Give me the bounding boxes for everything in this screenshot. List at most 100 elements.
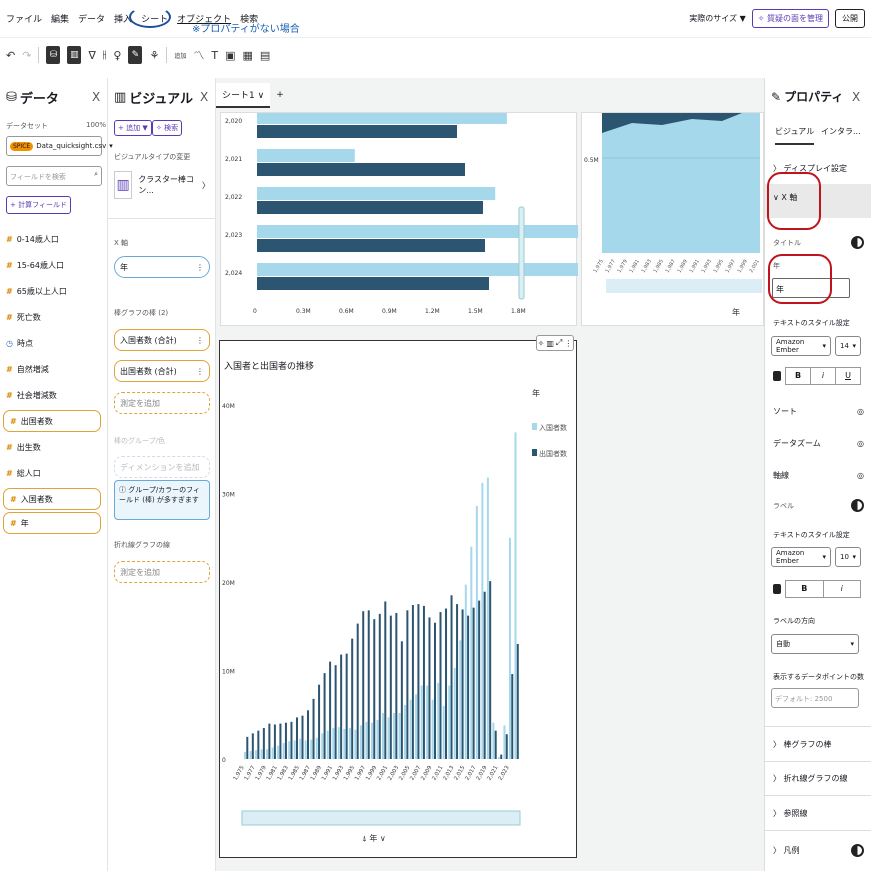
legend-toggle[interactable] <box>851 844 864 857</box>
image-icon[interactable]: ▣ <box>225 49 235 62</box>
color-swatch[interactable] <box>773 371 781 381</box>
field-item[interactable]: # 年 <box>3 512 101 534</box>
grid-icon[interactable]: ▦ <box>242 49 252 62</box>
size-select-2[interactable]: 10 ▾ <box>835 547 861 567</box>
table-icon[interactable]: ▤ <box>260 49 270 62</box>
bar-out <box>246 736 249 759</box>
xaxis-field[interactable]: 年 ⋮ <box>114 256 210 278</box>
field-item[interactable]: # 総人口 <box>0 460 108 486</box>
radio-icon[interactable]: ◎ <box>857 471 864 480</box>
field-item[interactable]: #0-14歳人口 <box>0 226 108 252</box>
underline-button[interactable]: U <box>836 368 860 384</box>
field-item[interactable]: #15-64歳人口 <box>0 252 108 278</box>
field-item[interactable]: #65歳以上人口 <box>0 278 108 304</box>
field-item[interactable]: # 死亡数 <box>0 304 108 330</box>
chart-actions[interactable]: ✧ ▥ ⤢ ⋮ <box>536 335 574 351</box>
combo-chart-icon: ▥ <box>114 171 133 199</box>
horizontal-bar-chart[interactable]: 2,020 2,021 2,022 2,023 2,024 0 0.3M 0.6M 0.9M 1.… <box>220 111 871 326</box>
number-icon: # <box>6 468 13 478</box>
field-item[interactable]: # 出国者数 <box>3 410 101 432</box>
bold-button[interactable]: B <box>786 581 824 597</box>
tab-sheet1[interactable]: シート1 ∨ <box>216 82 271 108</box>
label-toggle[interactable] <box>851 499 864 512</box>
menu-edit[interactable]: 編集 <box>51 12 69 25</box>
filter-icon[interactable]: ∇ <box>88 49 95 62</box>
more-icon[interactable]: ⋮ <box>196 263 204 272</box>
add-button[interactable]: + 追加 ▼ <box>114 120 152 136</box>
color-swatch-2[interactable] <box>773 584 781 594</box>
field-search-input[interactable]: フィールドを検索 ⌕ <box>6 166 102 186</box>
tab-visual[interactable]: ビジュアル <box>775 126 815 145</box>
format-icon[interactable]: ✎ <box>128 46 143 64</box>
bold-button[interactable]: B <box>786 368 811 384</box>
bar-field-1[interactable]: 入国者数 (合計) ⋮ <box>114 329 210 351</box>
chart-type-icon[interactable]: ▥ <box>546 339 554 348</box>
field-item[interactable]: # 社会増減数 <box>0 382 108 408</box>
field-item[interactable]: # 入国者数 <box>3 488 101 510</box>
field-item[interactable]: # 出生数 <box>0 434 108 460</box>
more-icon[interactable]: ⋮ <box>196 367 204 376</box>
axis-line-row[interactable]: 軸線 ◎ <box>765 470 871 481</box>
number-icon: # <box>6 286 13 296</box>
bar-out <box>445 608 448 759</box>
redo-icon[interactable]: ↷ <box>22 49 31 62</box>
bar-out <box>362 611 365 759</box>
area-chart[interactable]: 0.5M 1,975 1,977 1,979 1,981 1,983 1,985 1,987 1… <box>581 112 764 326</box>
size-select[interactable]: 実際のサイズ ▼ <box>689 13 745 24</box>
sort-row[interactable]: ソート ◎ <box>765 406 871 417</box>
bar-in <box>486 477 489 759</box>
sliders-icon[interactable]: ⫲ <box>103 48 107 62</box>
zoom-row[interactable]: データズーム ◎ <box>765 438 871 449</box>
text-icon[interactable]: T <box>211 49 218 62</box>
publish-button[interactable]: 公開 <box>835 9 865 28</box>
field-item[interactable]: ◷ 時点 <box>0 330 108 356</box>
line-chart-icon[interactable]: 〽 <box>193 47 204 63</box>
menu-file[interactable]: ファイル <box>6 12 42 25</box>
bar-in <box>288 741 291 759</box>
menu-data[interactable]: データ <box>78 12 105 25</box>
more-icon[interactable]: ⋮ <box>564 339 572 348</box>
legend-section[interactable]: 〉 凡例 <box>765 844 871 857</box>
bar-in <box>481 482 484 759</box>
radio-icon[interactable]: ◎ <box>857 407 864 416</box>
tab-interactions[interactable]: インタラ... <box>821 126 861 137</box>
font-select-2[interactable]: Amazon Ember ▾ <box>771 547 831 567</box>
chart-icon[interactable]: ▥ <box>67 46 82 64</box>
x-tick-label: 1,985 <box>653 259 665 274</box>
radio-icon[interactable]: ◎ <box>857 439 864 448</box>
size-select[interactable]: 14 ▾ <box>835 336 861 356</box>
more-icon[interactable]: ⋮ <box>196 336 204 345</box>
add-measure-slot[interactable]: 測定を追加 <box>114 392 210 414</box>
calc-field-button[interactable]: + 計算フィールド <box>6 196 71 214</box>
field-label: 出生数 <box>16 442 41 452</box>
bars-section[interactable]: 〉 棒グラフの棒 <box>765 739 871 750</box>
bulb-icon[interactable]: ♀ <box>113 49 121 62</box>
close-icon[interactable]: X <box>200 90 208 104</box>
sparkle-icon[interactable]: ✧ <box>538 339 545 348</box>
bar-field-2[interactable]: 出国者数 (合計) ⋮ <box>114 360 210 382</box>
action-icon[interactable]: ⚘ <box>149 49 159 62</box>
font-select[interactable]: Amazon Ember ▾ <box>771 336 831 356</box>
points-input[interactable]: デフォルト: 2500 <box>771 688 859 708</box>
database-icon[interactable]: ⛁ <box>46 46 61 64</box>
label-direction-select[interactable]: 自動 ▾ <box>771 634 859 654</box>
undo-icon[interactable]: ↶ <box>6 49 15 62</box>
field-item[interactable]: # 自然増減 <box>0 356 108 382</box>
add-sheet-button[interactable]: + <box>276 90 284 100</box>
bar-in <box>257 187 496 200</box>
title-toggle[interactable] <box>851 236 864 249</box>
close-icon[interactable]: X <box>92 90 100 104</box>
main-chart-card[interactable]: 入国者と出国者の推移 ✧ ▥ ⤢ ⋮ 0 10M 20M 30M 40M 1,975 1,977 1… <box>219 335 577 858</box>
manage-button[interactable]: ✧ 質疑の面を管理 <box>751 9 829 28</box>
search-button[interactable]: ✧ 検索 <box>152 120 183 136</box>
bar-in <box>393 712 396 759</box>
italic-button[interactable]: i <box>824 581 861 597</box>
dataset-select[interactable]: SPICE Data_quicksight.csv ▾ <box>6 136 113 156</box>
lines-section[interactable]: 〉 折れ線グラフの線 <box>765 773 871 784</box>
italic-button[interactable]: i <box>811 368 836 384</box>
add-measure-line-slot[interactable]: 測定を追加 <box>114 561 210 583</box>
reference-section[interactable]: 〉 参照線 <box>765 808 871 819</box>
visual-type-select[interactable]: ▥ クラスター棒コン... 〉 <box>114 168 210 202</box>
expand-icon[interactable]: ⤢ <box>556 338 562 348</box>
close-icon[interactable]: X <box>852 90 860 104</box>
